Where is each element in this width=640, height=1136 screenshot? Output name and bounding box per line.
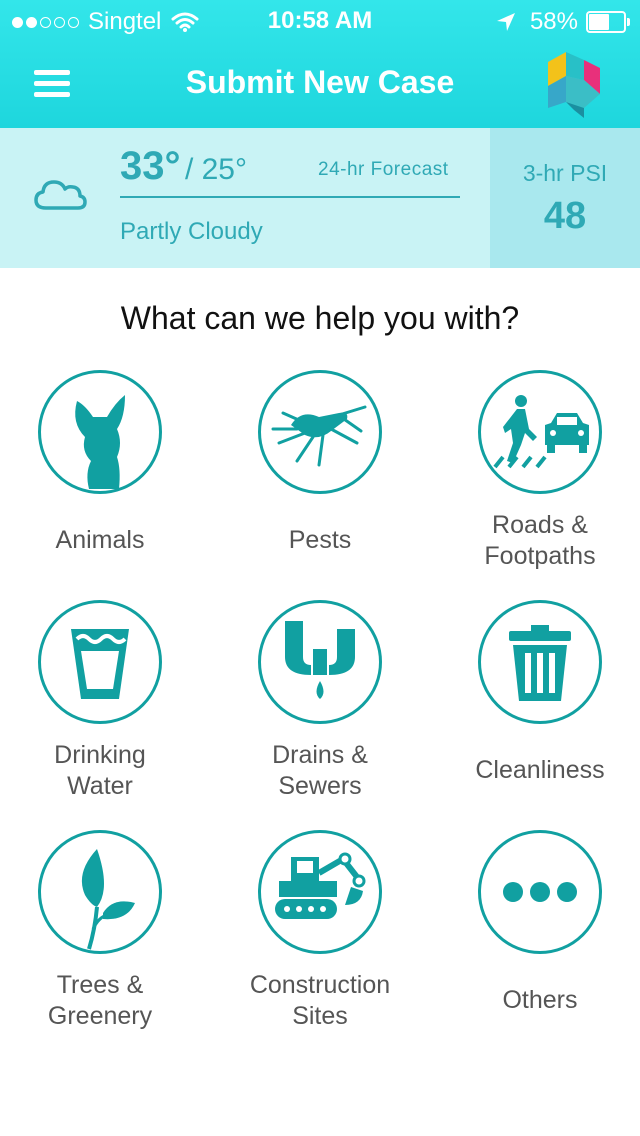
trees-greenery-icon bbox=[38, 830, 162, 954]
weather-panel: 33° / 25° 24-hr Forecast Partly Cloudy 3… bbox=[0, 128, 640, 268]
category-label: Sewers bbox=[278, 772, 362, 800]
pests-icon bbox=[258, 370, 382, 494]
category-drains-sewers[interactable]: Drains & Sewers bbox=[220, 600, 420, 800]
divider bbox=[120, 196, 460, 198]
category-pests[interactable]: Pests bbox=[220, 370, 420, 570]
weather-condition: Partly Cloudy bbox=[120, 218, 263, 245]
category-label: Water bbox=[67, 772, 133, 800]
battery-icon bbox=[586, 11, 630, 33]
category-label: Sites bbox=[292, 1002, 348, 1030]
forecast-label: 24-hr Forecast bbox=[318, 159, 449, 180]
category-roads-footpaths[interactable]: Roads & Footpaths bbox=[440, 370, 640, 570]
drains-sewers-icon bbox=[258, 600, 382, 724]
category-label: Greenery bbox=[47, 1002, 153, 1030]
battery-percent: 58% bbox=[529, 8, 578, 35]
category-label: Roads & bbox=[492, 511, 588, 539]
category-label: Cleanliness bbox=[475, 756, 605, 784]
category-label: Trees & bbox=[56, 971, 144, 999]
category-animals[interactable]: Animals bbox=[0, 370, 200, 570]
category-label: Drinking bbox=[54, 741, 146, 769]
category-label: Drains & bbox=[272, 741, 368, 769]
construction-sites-icon bbox=[258, 830, 382, 954]
psi-value: 48 bbox=[543, 195, 587, 237]
cloud-icon bbox=[34, 180, 87, 210]
category-construction-sites[interactable]: Construction Sites bbox=[220, 830, 420, 1030]
psi-label: 3-hr PSI bbox=[522, 160, 608, 186]
location-arrow-icon bbox=[496, 13, 515, 31]
header: Singtel 10:58 AM 58% Submit New Case bbox=[0, 0, 640, 128]
nav-bar: Submit New Case bbox=[0, 40, 640, 128]
app-logo-icon[interactable] bbox=[544, 50, 604, 118]
category-label: Footpaths bbox=[484, 542, 596, 570]
category-label: Animals bbox=[55, 526, 145, 554]
cleanliness-icon bbox=[478, 600, 602, 724]
status-right: 58% bbox=[496, 8, 630, 36]
category-label: Pests bbox=[288, 526, 352, 554]
category-label: Others bbox=[502, 986, 578, 1014]
animals-icon bbox=[38, 370, 162, 494]
temp-high: 33° bbox=[120, 144, 181, 188]
temp-low: / 25° bbox=[184, 153, 247, 186]
psi-panel: 3-hr PSI 48 bbox=[490, 128, 640, 268]
temperature: 33° / 25° bbox=[120, 144, 247, 189]
category-others[interactable]: Others bbox=[440, 830, 640, 1030]
help-question: What can we help you with? bbox=[120, 300, 520, 336]
category-label: Construction bbox=[249, 971, 391, 999]
others-icon bbox=[478, 830, 602, 954]
drinking-water-icon bbox=[38, 600, 162, 724]
roads-footpaths-icon bbox=[478, 370, 602, 494]
category-drinking-water[interactable]: Drinking Water bbox=[0, 600, 200, 800]
status-bar: Singtel 10:58 AM 58% bbox=[0, 0, 640, 40]
category-cleanliness[interactable]: Cleanliness bbox=[440, 600, 640, 800]
category-trees-greenery[interactable]: Trees & Greenery bbox=[0, 830, 200, 1030]
